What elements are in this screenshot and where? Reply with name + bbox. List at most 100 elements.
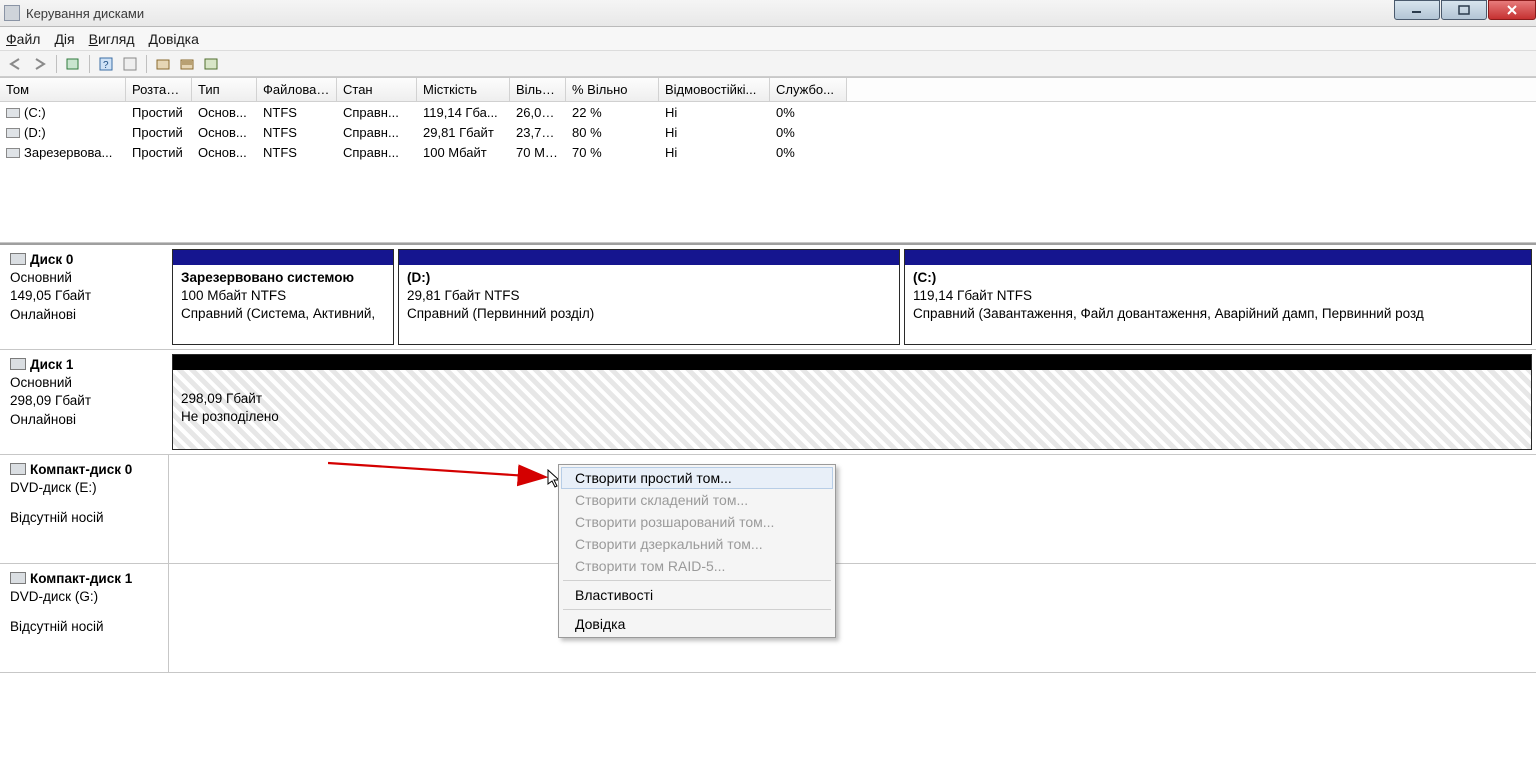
partition-container: Зарезервовано системою100 Мбайт NTFSСпра… xyxy=(168,245,1536,349)
table-row[interactable]: (C:) Простий Основ... NTFS Справн... 119… xyxy=(0,102,1536,122)
table-row[interactable]: (D:) Простий Основ... NTFS Справн... 29,… xyxy=(0,122,1536,142)
context-separator xyxy=(563,580,831,581)
toolbar-separator xyxy=(146,55,147,73)
disk-row: Диск 1Основний298,09 ГбайтОнлайнові298,0… xyxy=(0,350,1536,455)
table-row[interactable]: Зарезервова... Простий Основ... NTFS Спр… xyxy=(0,142,1536,162)
partition-line3: Не розподілено xyxy=(181,408,1523,426)
disk-icon xyxy=(10,253,26,265)
col-header-free[interactable]: Вільн... xyxy=(510,78,566,101)
toolbar-icon-2[interactable] xyxy=(153,54,173,74)
context-item: Створити складений том... xyxy=(561,489,833,511)
col-header-fs[interactable]: Файлова ... xyxy=(257,78,337,101)
unallocated-partition[interactable]: 298,09 ГбайтНе розподілено xyxy=(172,354,1532,450)
col-header-status[interactable]: Стан xyxy=(337,78,417,101)
volume-table: Том Розташ... Тип Файлова ... Стан Містк… xyxy=(0,77,1536,243)
partition-line2: 119,14 Гбайт NTFS xyxy=(913,287,1523,305)
col-header-overhead[interactable]: Службо... xyxy=(770,78,847,101)
toolbar-separator xyxy=(56,55,57,73)
menu-file[interactable]: Файл xyxy=(6,31,40,47)
disk-name: Компакт-диск 1 xyxy=(30,571,132,586)
partition-title: (C:) xyxy=(913,269,1523,287)
col-header-capacity[interactable]: Місткість xyxy=(417,78,510,101)
disk-icon xyxy=(10,572,26,584)
context-item[interactable]: Довідка xyxy=(561,613,833,635)
partition-line3: Справний (Система, Активний, xyxy=(181,305,385,323)
disk-state: Онлайнові xyxy=(10,306,158,324)
maximize-button[interactable] xyxy=(1441,0,1487,20)
context-item[interactable]: Створити простий том... xyxy=(561,467,833,489)
menu-bar: Файл Дія Вигляд Довідка xyxy=(0,27,1536,51)
disk-name: Компакт-диск 0 xyxy=(30,462,132,477)
menu-action[interactable]: Дія xyxy=(54,31,74,47)
partition-line2: 100 Мбайт NTFS xyxy=(181,287,385,305)
col-header-type[interactable]: Тип xyxy=(192,78,257,101)
empty-partition-area xyxy=(168,564,1536,672)
disk-info[interactable]: Компакт-диск 0 DVD-диск (E:) Відсутній нос… xyxy=(0,455,168,563)
partition-container: 298,09 ГбайтНе розподілено xyxy=(168,350,1536,454)
disk-size: 298,09 Гбайт xyxy=(10,392,158,410)
partition-line3: Справний (Первинний розділ) xyxy=(407,305,891,323)
nav-forward-button[interactable] xyxy=(30,54,50,74)
disk-size: 149,05 Гбайт xyxy=(10,287,158,305)
disk-type: Основний xyxy=(10,374,158,392)
disk-state: Онлайнові xyxy=(10,411,158,429)
toolbar-icon-4[interactable] xyxy=(201,54,221,74)
context-item[interactable]: Властивості xyxy=(561,584,833,606)
partition-header-bar xyxy=(905,250,1531,265)
partition-line2: 298,09 Гбайт xyxy=(181,390,1523,408)
col-header-layout[interactable]: Розташ... xyxy=(126,78,192,101)
table-header-row: Том Розташ... Тип Файлова ... Стан Містк… xyxy=(0,78,1536,102)
disk-row: Диск 0 Основний149,05 ГбайтОнлайнові Зарез… xyxy=(0,245,1536,350)
disk-type: Основний xyxy=(10,269,158,287)
nav-back-button[interactable] xyxy=(6,54,26,74)
context-item: Створити розшарований том... xyxy=(561,511,833,533)
partition-title: (D:) xyxy=(407,269,891,287)
disk-type: DVD-диск (G:) xyxy=(10,588,158,606)
disk-name: Диск 1 xyxy=(30,357,73,372)
context-item: Створити том RAID-5... xyxy=(561,555,833,577)
disk-info[interactable]: Диск 1 Основний298,09 ГбайтОнлайнові xyxy=(0,350,168,454)
toolbar-icon-3[interactable] xyxy=(177,54,197,74)
minimize-button[interactable] xyxy=(1394,0,1440,20)
disk-info[interactable]: Диск 0 Основний149,05 ГбайтОнлайнові xyxy=(0,245,168,349)
partition-header-bar xyxy=(173,355,1531,370)
partition-header-bar xyxy=(399,250,899,265)
toolbar-icon-1[interactable] xyxy=(120,54,140,74)
toolbar: ? xyxy=(0,51,1536,77)
app-icon xyxy=(4,5,20,21)
context-item: Створити дзеркальний том... xyxy=(561,533,833,555)
volume-icon xyxy=(6,108,20,118)
volume-partition[interactable]: (D:)29,81 Гбайт NTFSСправний (Первинний … xyxy=(398,249,900,345)
disk-icon xyxy=(10,358,26,370)
context-menu: Створити простий том...Створити складени… xyxy=(558,464,836,638)
partition-line3: Справний (Завантаження, Файл довантаженн… xyxy=(913,305,1523,323)
toolbar-separator xyxy=(89,55,90,73)
col-header-volume[interactable]: Том xyxy=(0,78,126,101)
annotation-arrow-icon xyxy=(328,457,558,487)
window-title: Керування дисками xyxy=(26,6,144,21)
col-header-fault[interactable]: Відмовостійкі... xyxy=(659,78,770,101)
volume-partition[interactable]: Зарезервовано системою100 Мбайт NTFSСпра… xyxy=(172,249,394,345)
refresh-icon[interactable] xyxy=(63,54,83,74)
disk-state: Відсутній носій xyxy=(10,509,158,527)
disk-name: Диск 0 xyxy=(30,252,73,267)
menu-help[interactable]: Довідка xyxy=(149,31,199,47)
volume-icon xyxy=(6,128,20,138)
partition-title: Зарезервовано системою xyxy=(181,269,385,287)
context-separator xyxy=(563,609,831,610)
window-controls xyxy=(1393,0,1536,20)
partition-line2: 29,81 Гбайт NTFS xyxy=(407,287,891,305)
disk-info[interactable]: Компакт-диск 1 DVD-диск (G:) Відсутній нос… xyxy=(0,564,168,672)
menu-view[interactable]: Вигляд xyxy=(89,31,135,47)
help-icon[interactable]: ? xyxy=(96,54,116,74)
col-header-pctfree[interactable]: % Вільно xyxy=(566,78,659,101)
close-button[interactable] xyxy=(1488,0,1536,20)
svg-text:?: ? xyxy=(103,60,109,71)
volume-icon xyxy=(6,148,20,158)
title-bar: Керування дисками xyxy=(0,0,1536,27)
disk-type: DVD-диск (E:) xyxy=(10,479,158,497)
volume-partition[interactable]: (C:)119,14 Гбайт NTFSСправний (Завантаже… xyxy=(904,249,1532,345)
disk-state: Відсутній носій xyxy=(10,618,158,636)
disk-icon xyxy=(10,463,26,475)
partition-header-bar xyxy=(173,250,393,265)
